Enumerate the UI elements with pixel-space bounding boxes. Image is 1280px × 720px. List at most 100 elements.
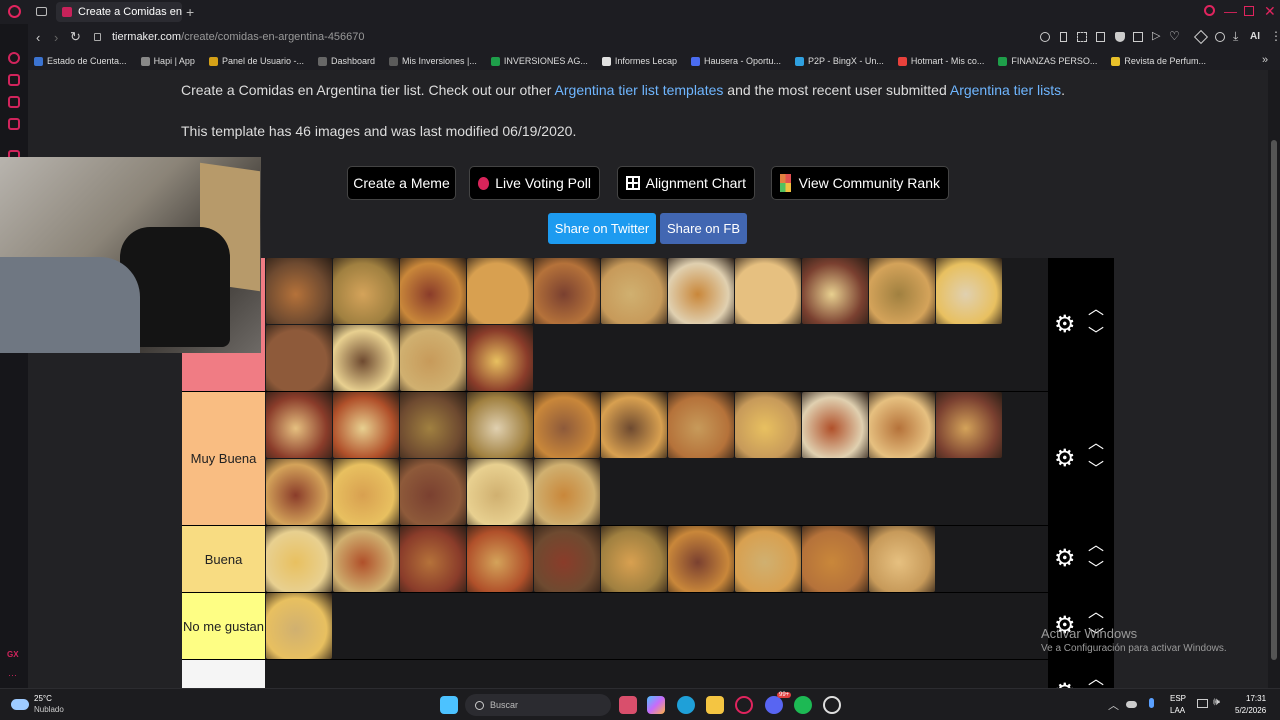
tier-item-image[interactable] xyxy=(936,258,1002,324)
bookmark-item[interactable]: Hapi | App xyxy=(140,56,195,66)
tier-item-image[interactable] xyxy=(534,392,600,458)
chevron-down-icon[interactable]: ﹀ xyxy=(1088,562,1104,578)
tier-label[interactable]: Muy Buena xyxy=(182,392,265,525)
tier-item-image[interactable] xyxy=(467,526,533,592)
gear-icon[interactable]: ⚙ xyxy=(1054,547,1076,571)
tier-item-image[interactable] xyxy=(467,459,533,525)
tier-item-image[interactable] xyxy=(400,325,466,391)
create-meme-button[interactable]: Create a Meme xyxy=(347,166,456,200)
start-icon[interactable] xyxy=(440,696,458,714)
active-tab[interactable]: Create a Comidas en Argen xyxy=(56,2,182,22)
zoom-icon[interactable] xyxy=(1040,32,1050,42)
bookmark-icon[interactable] xyxy=(1096,32,1105,42)
tier-item-image[interactable] xyxy=(266,392,332,458)
tier-label[interactable]: No me gustan xyxy=(182,593,265,659)
gear-icon[interactable]: ⚙ xyxy=(1054,681,1076,689)
keyboard-layout[interactable]: LAA xyxy=(1170,706,1185,715)
gear-icon[interactable]: ⚙ xyxy=(1054,446,1076,471)
extensions-icon[interactable] xyxy=(1193,29,1209,45)
tier-lists-link[interactable]: Argentina tier lists xyxy=(950,82,1061,98)
close-window-button[interactable]: ✕ xyxy=(1264,3,1276,20)
tier-item-image[interactable] xyxy=(869,258,935,324)
tier-item-image[interactable] xyxy=(400,526,466,592)
bookmark-item[interactable]: FINANZAS PERSO... xyxy=(998,56,1097,66)
chevron-down-icon[interactable]: ﹀ xyxy=(1088,328,1104,344)
maps-app-icon[interactable] xyxy=(619,696,637,714)
tier-item-image[interactable] xyxy=(266,526,332,592)
tab-manager-icon[interactable] xyxy=(36,7,47,16)
tier-item-image[interactable] xyxy=(534,459,600,525)
bookmark-item[interactable]: Hausera - Oportu... xyxy=(690,56,781,66)
taskbar-search-box[interactable]: Buscar xyxy=(465,694,611,716)
tier-item-image[interactable] xyxy=(735,526,801,592)
tier-item-image[interactable] xyxy=(467,258,533,324)
tier-item-image[interactable] xyxy=(601,392,667,458)
bookmark-item[interactable]: Dashboard xyxy=(317,56,375,66)
bookmark-item[interactable]: Informes Lecap xyxy=(601,56,677,66)
bookmark-item[interactable]: Panel de Usuario -... xyxy=(208,56,304,66)
profile-icon[interactable] xyxy=(1215,32,1225,42)
tier-item-image[interactable] xyxy=(534,526,600,592)
heart-icon[interactable]: ♡ xyxy=(1169,29,1180,43)
chevron-up-icon[interactable]: ︿ xyxy=(1088,672,1104,688)
tier-item-image[interactable] xyxy=(266,459,332,525)
wifi-icon[interactable] xyxy=(1197,699,1208,708)
live-voting-poll-button[interactable]: Live Voting Poll xyxy=(469,166,600,200)
pin-icon[interactable] xyxy=(1060,32,1067,42)
tier-item-image[interactable] xyxy=(869,526,935,592)
copilot-icon[interactable] xyxy=(647,696,665,714)
chevron-up-icon[interactable]: ︿ xyxy=(1088,436,1104,452)
bookmark-item[interactable]: INVERSIONES AG... xyxy=(490,56,588,66)
templates-link[interactable]: Argentina tier list templates xyxy=(555,82,724,98)
minimize-button[interactable]: — xyxy=(1224,4,1237,19)
tier-item-image[interactable] xyxy=(936,392,1002,458)
tier-item-image[interactable] xyxy=(668,392,734,458)
bookmark-item[interactable]: Mis Inversiones |... xyxy=(389,56,477,66)
bookmark-item[interactable]: Revista de Perfum... xyxy=(1111,56,1206,66)
alignment-chart-button[interactable]: Alignment Chart xyxy=(617,166,755,200)
bookmark-item[interactable]: P2P - BingX - Un... xyxy=(795,56,884,66)
flow-icon[interactable] xyxy=(1133,32,1143,42)
tier-item-image[interactable] xyxy=(601,526,667,592)
url-field[interactable]: tiermaker.com/create/comidas-en-argentin… xyxy=(112,31,365,43)
tier-item-image[interactable] xyxy=(400,392,466,458)
download-icon[interactable]: ⤓ xyxy=(1233,29,1238,44)
opera-logo-icon[interactable] xyxy=(8,5,21,18)
tier-item-image[interactable] xyxy=(735,392,801,458)
chevron-down-icon[interactable]: ﹀ xyxy=(1088,462,1104,478)
tier-item-image[interactable] xyxy=(802,258,868,324)
messenger-icon[interactable] xyxy=(8,52,20,64)
tier-item-image[interactable] xyxy=(400,459,466,525)
bookmark-item[interactable]: Estado de Cuenta... xyxy=(34,56,127,66)
search-tabs-icon[interactable] xyxy=(1204,5,1215,16)
aria-icon[interactable] xyxy=(8,74,20,86)
back-icon[interactable]: ‹ xyxy=(36,30,40,45)
share-twitter-button[interactable]: Share on Twitter xyxy=(548,213,656,244)
scrollbar-thumb[interactable] xyxy=(1271,140,1277,660)
chevron-up-icon[interactable]: ︿ xyxy=(1088,302,1104,318)
tier-item-image[interactable] xyxy=(333,459,399,525)
tier-item-image[interactable] xyxy=(400,258,466,324)
chevron-up-icon[interactable]: ︿ xyxy=(1088,605,1104,621)
view-community-rank-button[interactable]: View Community Rank xyxy=(771,166,949,200)
mail-icon[interactable] xyxy=(8,118,20,130)
file-explorer-icon[interactable] xyxy=(706,696,724,714)
vpn-shield-icon[interactable] xyxy=(1115,32,1125,42)
forward-icon[interactable]: › xyxy=(54,30,58,45)
new-tab-button[interactable]: + xyxy=(186,4,194,20)
tier-item-image[interactable] xyxy=(333,392,399,458)
onedrive-icon[interactable] xyxy=(1126,701,1137,708)
opera-gx-taskbar-icon[interactable] xyxy=(735,696,753,714)
player-icon[interactable]: ▷ xyxy=(1152,29,1160,42)
gx-icon[interactable]: GX xyxy=(7,650,19,659)
tier-label[interactable] xyxy=(182,660,265,688)
share-fb-button[interactable]: Share on FB xyxy=(660,213,747,244)
tier-item-image[interactable] xyxy=(266,325,332,391)
tier-item-image[interactable] xyxy=(735,258,801,324)
tray-overflow-icon[interactable]: ︿ xyxy=(1108,697,1119,713)
discord-icon[interactable] xyxy=(765,696,783,714)
language-indicator[interactable]: ESP xyxy=(1170,694,1186,703)
instagram-icon[interactable] xyxy=(8,96,20,108)
gear-icon[interactable]: ⚙ xyxy=(1054,312,1076,337)
tier-item-image[interactable] xyxy=(534,258,600,324)
